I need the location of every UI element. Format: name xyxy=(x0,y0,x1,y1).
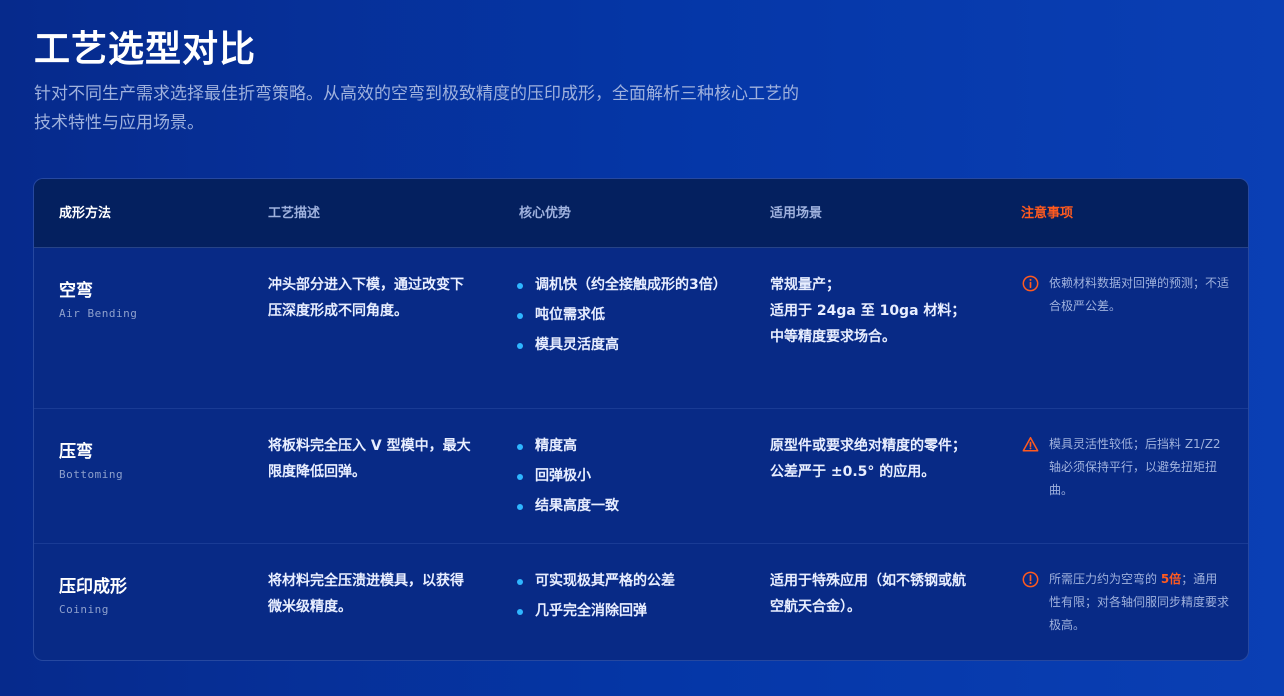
bullet-dot-icon xyxy=(517,504,523,510)
method-cell: 压弯 Bottoming xyxy=(59,437,123,481)
scene-line: 中等精度要求场合。 xyxy=(770,329,896,345)
list-item: 模具灵活度高 xyxy=(515,332,720,358)
list-item: 精度高 xyxy=(515,433,720,459)
list-item: 吨位需求低 xyxy=(515,302,720,328)
header-description: 工艺描述 xyxy=(268,206,321,221)
note-text: 模具灵活性较低；后挡料 Z1/Z2 轴必须保持平行，以避免扭矩扭曲。 xyxy=(1049,437,1221,497)
header-scene: 适用场景 xyxy=(770,206,823,221)
alert-circle-icon xyxy=(1022,571,1039,588)
warning-triangle-icon xyxy=(1022,436,1039,452)
method-name: 压弯 xyxy=(59,442,93,462)
note-cell: 所需压力约为空弯的 5倍；通用性有限；对各轴伺服同步精度要求极高。 xyxy=(1022,568,1232,640)
bullet-dot-icon xyxy=(517,343,523,349)
comparison-table: 成形方法 工艺描述 核心优势 适用场景 注意事项 空弯 Air Bending … xyxy=(33,178,1249,661)
note-cell: 依赖材料数据对回弹的预测；不适合极严公差。 xyxy=(1022,272,1232,332)
page-title: 工艺选型对比 xyxy=(34,29,257,70)
note-text: 依赖材料数据对回弹的预测；不适合极严公差。 xyxy=(1049,276,1230,313)
table-row: 压弯 Bottoming 将板料完全压入 V 型模中，最大限度降低回弹。 精度高… xyxy=(34,409,1248,544)
advantages-cell: 精度高 回弹极小 结果高度一致 xyxy=(515,433,720,523)
header-method: 成形方法 xyxy=(59,206,112,221)
bullet-dot-icon xyxy=(517,313,523,319)
scene-line: 原型件或要求绝对精度的零件； xyxy=(770,438,966,454)
scene-cell: 适用于特殊应用（如不锈钢或航空航天合金）。 xyxy=(770,568,970,620)
method-cell: 压印成形 Coining xyxy=(59,572,127,616)
bullet-dot-icon xyxy=(517,579,523,585)
list-item: 可实现极其严格的公差 xyxy=(515,568,720,594)
table-header: 成形方法 工艺描述 核心优势 适用场景 注意事项 xyxy=(34,179,1248,248)
description-cell: 将板料完全压入 V 型模中，最大限度降低回弹。 xyxy=(268,438,471,480)
description-cell: 将材料完全压溃进模具，以获得微米级精度。 xyxy=(268,573,464,615)
scene-cell: 常规量产； 适用于 24ga 至 10ga 材料； 中等精度要求场合。 xyxy=(770,272,980,350)
bullet-dot-icon xyxy=(517,283,523,289)
list-item: 回弹极小 xyxy=(515,463,720,489)
table-row: 空弯 Air Bending 冲头部分进入下模，通过改变下压深度形成不同角度。 … xyxy=(34,248,1248,409)
header-advantages: 核心优势 xyxy=(519,206,572,221)
header-notes: 注意事项 xyxy=(1021,206,1074,221)
advantages-cell: 调机快（约全接触成形的3倍） 吨位需求低 模具灵活度高 xyxy=(515,272,727,362)
method-name: 空弯 xyxy=(59,281,93,301)
note-text: 所需压力约为空弯的 5倍；通用性有限；对各轴伺服同步精度要求极高。 xyxy=(1049,572,1230,632)
method-name-en: Coining xyxy=(59,603,109,616)
list-item: 结果高度一致 xyxy=(515,493,720,519)
description-cell: 冲头部分进入下模，通过改变下压深度形成不同角度。 xyxy=(268,277,464,319)
scene-line: 适用于 24ga 至 10ga 材料； xyxy=(770,303,966,319)
advantages-cell: 可实现极其严格的公差 几乎完全消除回弹 xyxy=(515,568,720,628)
scene-line: 常规量产； xyxy=(770,277,840,293)
scene-line: 适用于特殊应用（如不锈钢或航空航天合金）。 xyxy=(770,573,966,615)
method-name-en: Bottoming xyxy=(59,468,124,481)
method-cell: 空弯 Air Bending xyxy=(59,276,137,320)
scene-line: 公差严于 ±0.5° 的应用。 xyxy=(770,464,936,480)
list-item: 几乎完全消除回弹 xyxy=(515,598,720,624)
info-circle-icon xyxy=(1022,275,1039,292)
scene-cell: 原型件或要求绝对精度的零件； 公差严于 ±0.5° 的应用。 xyxy=(770,433,970,485)
bullet-dot-icon xyxy=(517,474,523,480)
method-name-en: Air Bending xyxy=(59,307,138,320)
bullet-dot-icon xyxy=(517,444,523,450)
bullet-dot-icon xyxy=(517,609,523,615)
note-cell: 模具灵活性较低；后挡料 Z1/Z2 轴必须保持平行，以避免扭矩扭曲。 xyxy=(1022,433,1232,505)
page-subtitle: 针对不同生产需求选择最佳折弯策略。从高效的空弯到极致精度的压印成形，全面解析三种… xyxy=(34,84,799,133)
table-row: 压印成形 Coining 将材料完全压溃进模具，以获得微米级精度。 可实现极其严… xyxy=(34,544,1248,660)
method-name: 压印成形 xyxy=(59,577,127,597)
list-item: 调机快（约全接触成形的3倍） xyxy=(515,272,727,298)
